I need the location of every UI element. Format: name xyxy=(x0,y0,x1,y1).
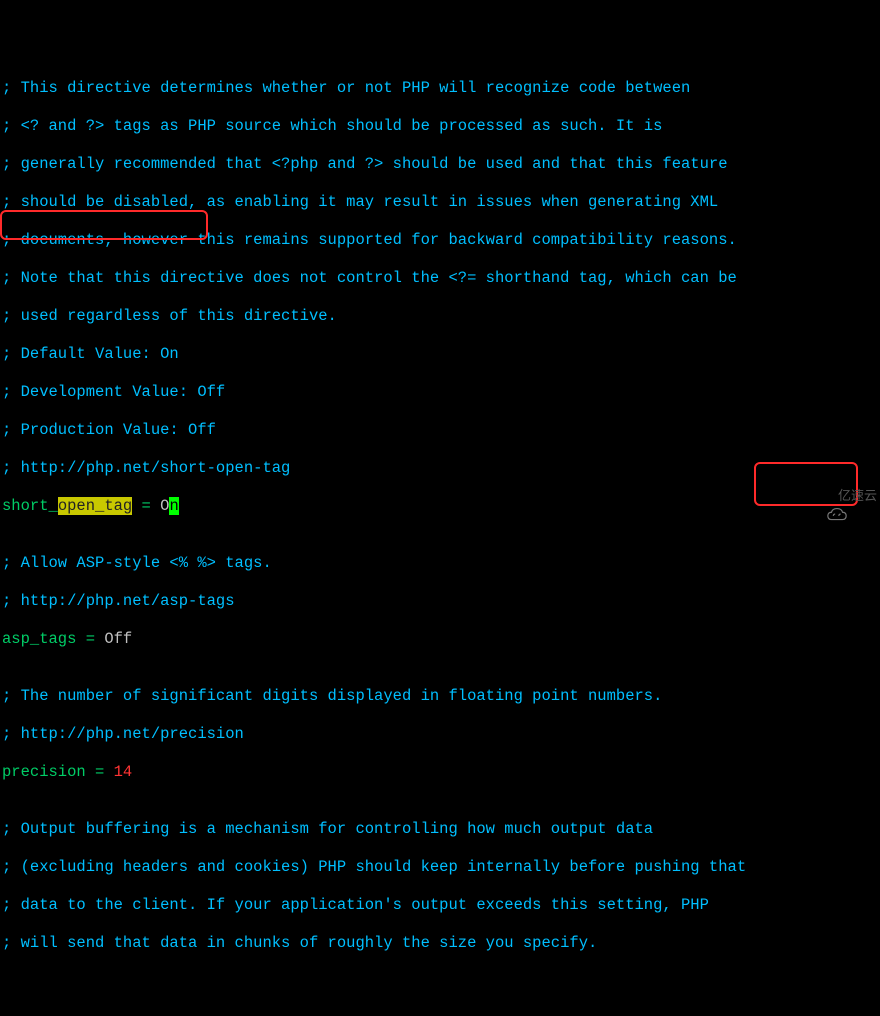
setting-asp-tags[interactable]: asp_tags = Off xyxy=(2,630,878,649)
comment-line: ; Output buffering is a mechanism for co… xyxy=(2,820,878,839)
setting-value: Off xyxy=(104,630,132,648)
watermark: 亿速云 xyxy=(812,486,877,505)
comment-line: ; will send that data in chunks of rough… xyxy=(2,934,878,953)
equals: = xyxy=(132,497,160,515)
setting-short-open-tag[interactable]: short_open_tag = On xyxy=(2,497,878,516)
comment-line: ; This directive determines whether or n… xyxy=(2,79,878,98)
setting-key: precision xyxy=(2,763,86,781)
setting-value: 14 xyxy=(114,763,133,781)
search-highlight: open_tag xyxy=(58,497,132,515)
comment-line: ; Note that this directive does not cont… xyxy=(2,269,878,288)
comment-line: ; Production Value: Off xyxy=(2,421,878,440)
comment-line: ; data to the client. If your applicatio… xyxy=(2,896,878,915)
watermark-text: 亿速云 xyxy=(838,486,877,505)
setting-precision[interactable]: precision = 14 xyxy=(2,763,878,782)
cursor: n xyxy=(169,497,178,515)
comment-line: ; The number of significant digits displ… xyxy=(2,687,878,706)
comment-line: ; used regardless of this directive. xyxy=(2,307,878,326)
comment-line: ; <? and ?> tags as PHP source which sho… xyxy=(2,117,878,136)
setting-key: asp_tags xyxy=(2,630,76,648)
comment-line: ; (excluding headers and cookies) PHP sh… xyxy=(2,858,878,877)
comment-line: ; documents, however this remains suppor… xyxy=(2,231,878,250)
comment-line: ; Allow ASP-style <% %> tags. xyxy=(2,554,878,573)
comment-line: ; generally recommended that <?php and ?… xyxy=(2,155,878,174)
setting-key: short_ xyxy=(2,497,58,515)
cloud-icon xyxy=(812,487,834,505)
comment-line: ; Default Value: On xyxy=(2,345,878,364)
equals: = xyxy=(76,630,104,648)
comment-line: ; should be disabled, as enabling it may… xyxy=(2,193,878,212)
comment-line: ; http://php.net/short-open-tag xyxy=(2,459,878,478)
comment-line: ; http://php.net/asp-tags xyxy=(2,592,878,611)
equals: = xyxy=(86,763,114,781)
comment-line: ; Development Value: Off xyxy=(2,383,878,402)
comment-line: ; http://php.net/precision xyxy=(2,725,878,744)
